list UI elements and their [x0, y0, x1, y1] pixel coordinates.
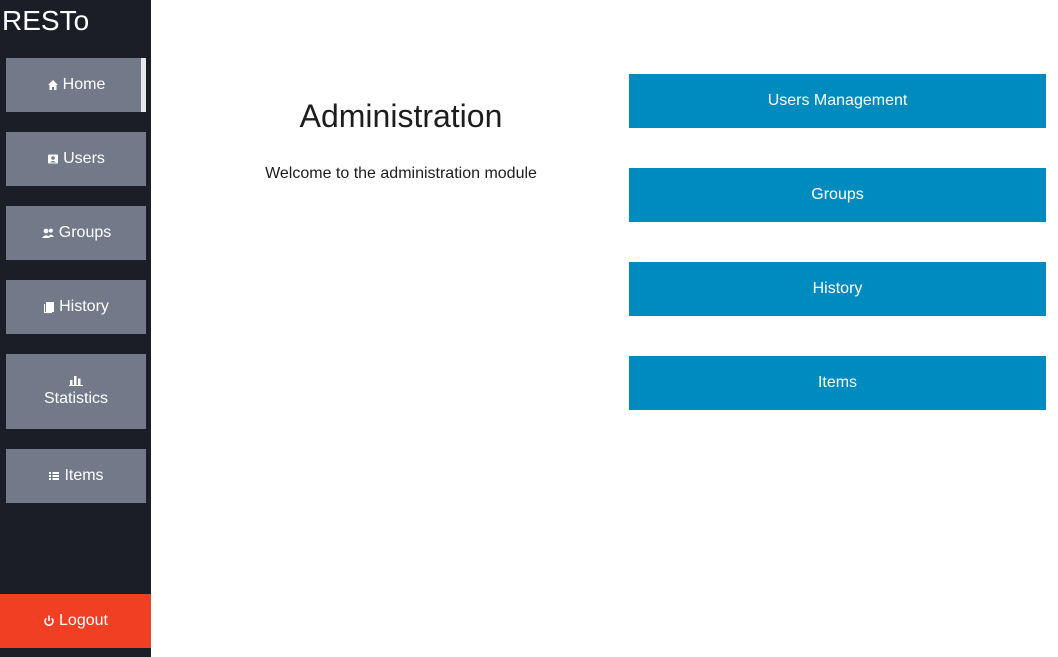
- sidebar-item-label: Users: [63, 150, 105, 167]
- power-icon: [43, 615, 55, 627]
- logout-button[interactable]: Logout: [0, 594, 151, 648]
- sidebar-item-history[interactable]: History: [6, 280, 146, 334]
- sidebar-item-label: History: [59, 298, 109, 315]
- history-button[interactable]: History: [629, 262, 1046, 316]
- sidebar-item-label: Groups: [58, 224, 112, 241]
- bar-chart-icon: [69, 375, 83, 386]
- sidebar-item-groups[interactable]: Groups: [6, 206, 146, 260]
- groups-button[interactable]: Groups: [629, 168, 1046, 222]
- user-card-icon: [47, 153, 59, 165]
- items-button[interactable]: Items: [629, 356, 1046, 410]
- book-icon: [43, 301, 55, 314]
- sidebar-item-users[interactable]: Users: [6, 132, 146, 186]
- list-icon: [48, 470, 60, 482]
- sidebar: RESTo Home Users Groups History Statisti…: [0, 0, 151, 657]
- sidebar-item-label: Home: [62, 76, 106, 93]
- page-title: Administration: [299, 98, 503, 134]
- sidebar-item-statistics[interactable]: Statistics: [6, 354, 146, 429]
- logout-label: Logout: [59, 612, 108, 629]
- sidebar-item-home[interactable]: Home: [6, 58, 146, 112]
- sidebar-item-label: Items: [64, 467, 104, 484]
- users-icon: [41, 227, 55, 239]
- users-management-button[interactable]: Users Management: [629, 74, 1046, 128]
- app-brand: RESTo: [2, 5, 90, 36]
- page-subtitle: Welcome to the administration module: [265, 165, 537, 182]
- sidebar-item-label: Statistics: [43, 390, 108, 407]
- sidebar-item-items[interactable]: Items: [6, 449, 146, 503]
- home-icon: [47, 79, 59, 91]
